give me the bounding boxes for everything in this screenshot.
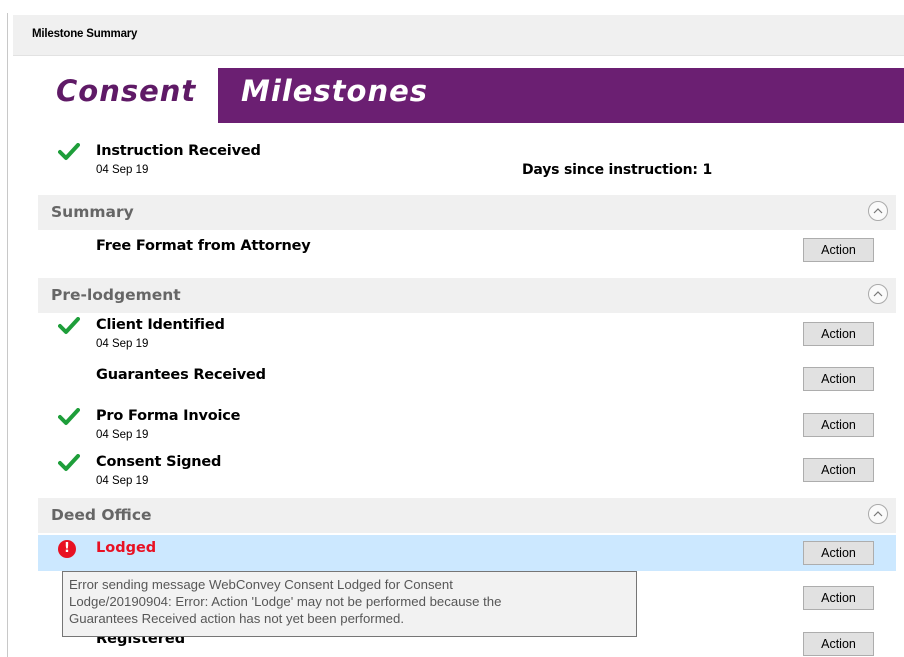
action-button-client-identified[interactable]: Action <box>803 322 874 346</box>
section-prelodgement-label: Pre-lodgement <box>51 286 181 304</box>
tooltip-line-1: Error sending message WebConvey Consent … <box>69 577 453 592</box>
action-button-consent-signed[interactable]: Action <box>803 458 874 482</box>
section-summary-header: Summary <box>38 195 896 230</box>
milestone-title-free-format: Free Format from Attorney <box>96 238 311 254</box>
error-tooltip: Error sending message WebConvey Consent … <box>62 571 637 637</box>
milestone-title-lodged: Lodged <box>96 540 157 556</box>
action-button-guarantees-received[interactable]: Action <box>803 367 874 391</box>
chevron-up-icon[interactable] <box>868 504 888 524</box>
milestone-title-pro-forma-invoice: Pro Forma Invoice <box>96 408 241 424</box>
check-icon <box>58 408 80 425</box>
tooltip-line-2: Lodge/20190904: Error: Action 'Lodge' ma… <box>69 594 502 609</box>
check-icon <box>58 454 80 471</box>
section-prelodgement-header: Pre-lodgement <box>38 278 896 313</box>
milestone-date-instruction-received: 04 Sep 19 <box>96 164 149 176</box>
banner-milestones-text: Milestones <box>241 74 429 108</box>
window-left-border <box>7 13 8 657</box>
milestone-title-guarantees-received: Guarantees Received <box>96 367 266 383</box>
action-button-pro-forma-invoice[interactable]: Action <box>803 413 874 437</box>
days-since-instruction: Days since instruction: 1 <box>522 162 712 178</box>
action-button-registered[interactable]: Action <box>803 632 874 656</box>
section-deed-office-header: Deed Office <box>38 498 896 533</box>
action-button-free-format[interactable]: Action <box>803 238 874 262</box>
milestone-date-consent-signed: 04 Sep 19 <box>96 475 149 487</box>
section-deed-office-label: Deed Office <box>51 506 152 524</box>
banner-consent-text: Consent <box>56 74 197 108</box>
tooltip-line-3: Guarantees Received action has not yet b… <box>69 611 405 626</box>
error-icon: ! <box>58 540 76 558</box>
list-item-lodged-selected[interactable] <box>38 535 896 571</box>
chevron-up-icon[interactable] <box>868 284 888 304</box>
milestone-date-client-identified: 04 Sep 19 <box>96 338 149 350</box>
action-button-lodged[interactable]: Action <box>803 541 874 565</box>
milestone-title-consent-signed: Consent Signed <box>96 454 222 470</box>
check-icon <box>58 143 80 160</box>
chevron-up-icon[interactable] <box>868 201 888 221</box>
milestone-date-pro-forma-invoice: 04 Sep 19 <box>96 429 149 441</box>
title-bar: Milestone Summary <box>13 15 904 56</box>
banner-consent: Consent <box>38 68 218 123</box>
action-button-deed-item-2[interactable]: Action <box>803 586 874 610</box>
milestone-title-client-identified: Client Identified <box>96 317 225 333</box>
check-icon <box>58 317 80 334</box>
section-summary-label: Summary <box>51 203 134 221</box>
milestone-title-instruction-received: Instruction Received <box>96 143 261 159</box>
banner-milestones: Milestones <box>218 68 904 123</box>
window-title: Milestone Summary <box>32 28 138 40</box>
